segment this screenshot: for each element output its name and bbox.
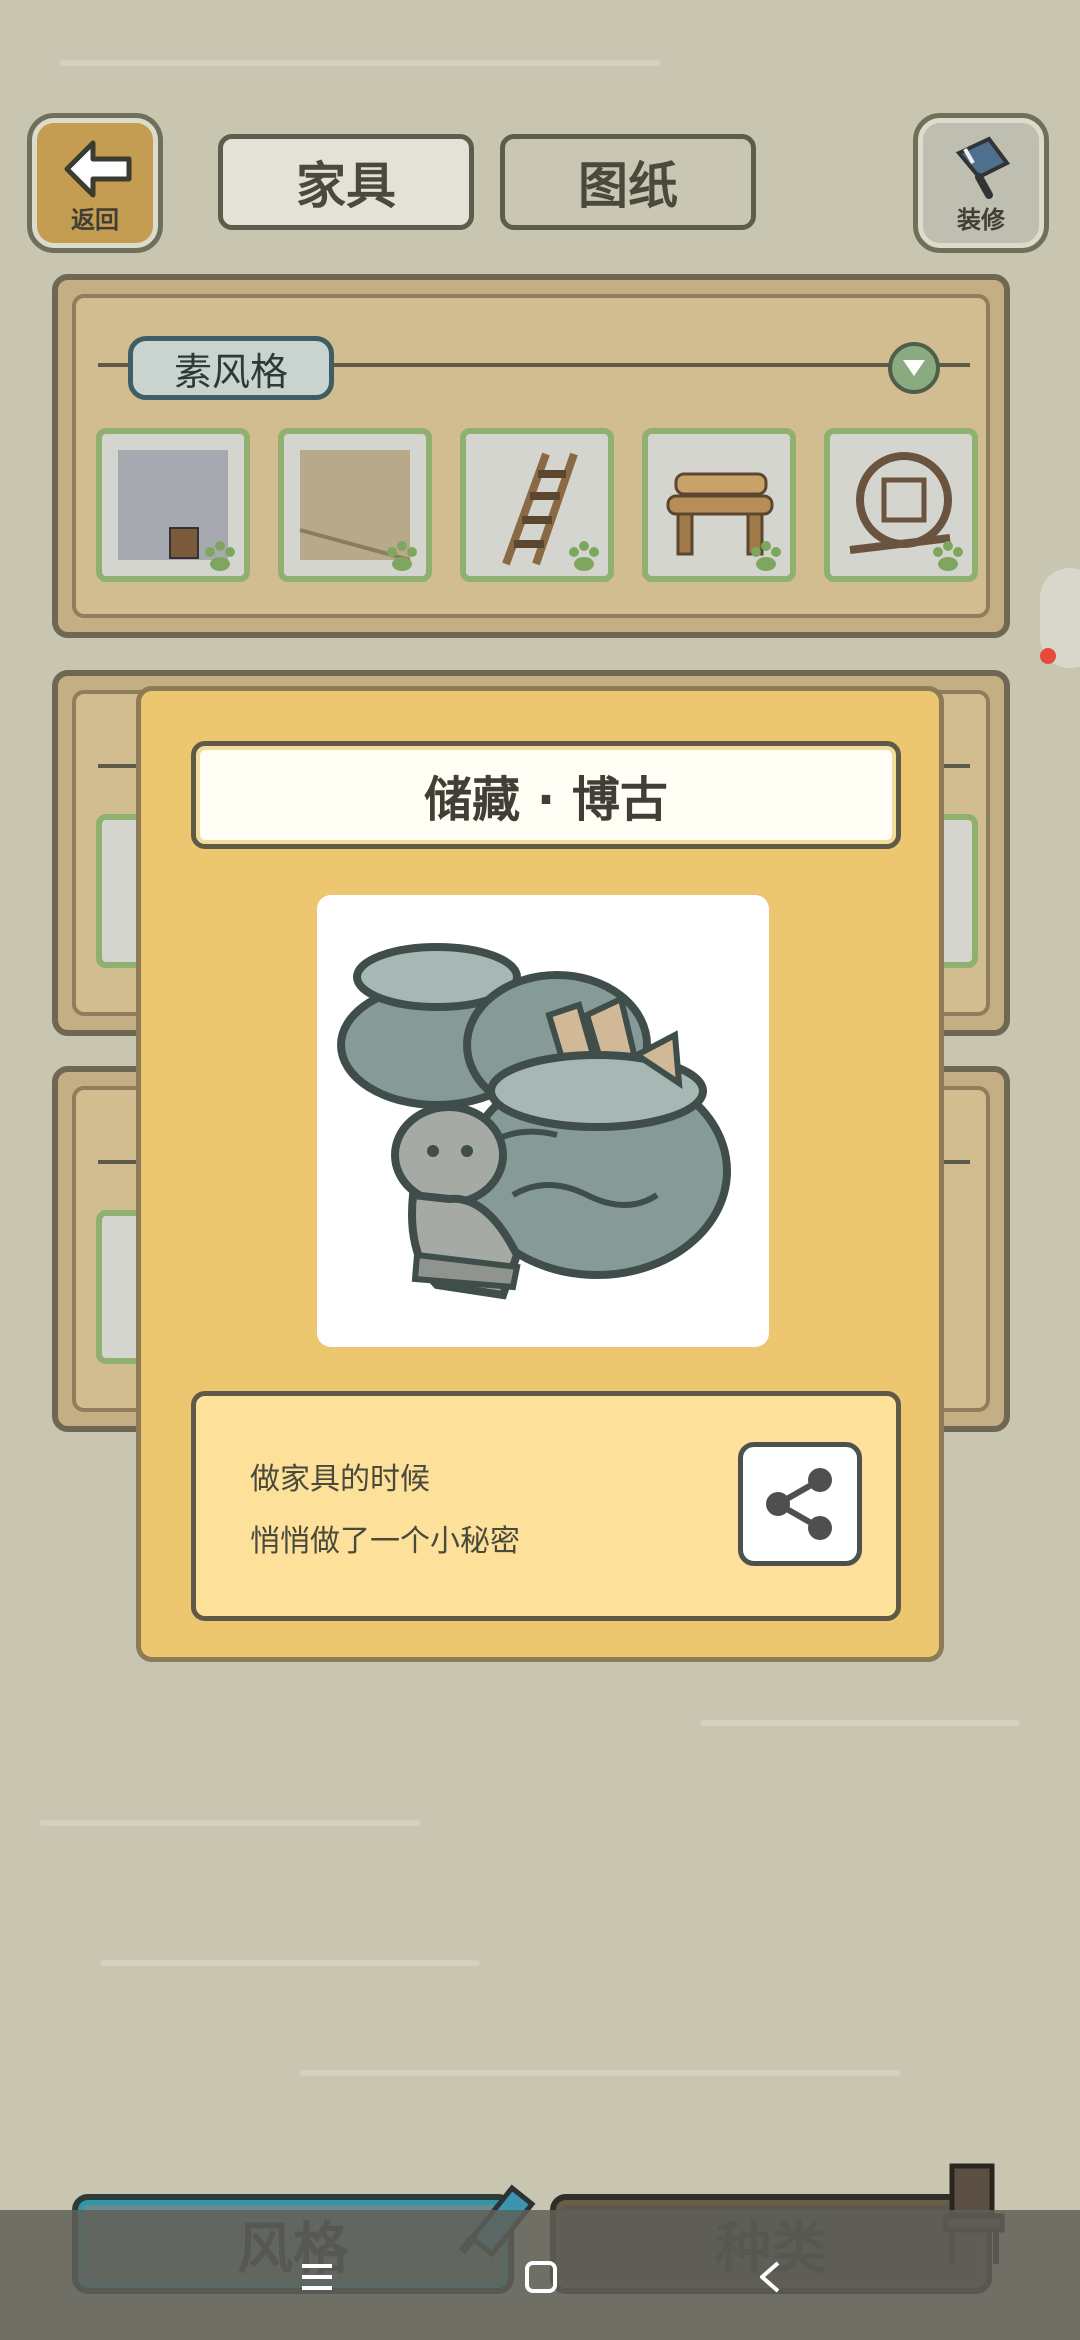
- notification-dot: [1040, 648, 1056, 664]
- share-button[interactable]: [738, 1442, 862, 1566]
- style-item-ladder[interactable]: [460, 428, 614, 582]
- back-label: 返回: [71, 206, 119, 234]
- home-icon[interactable]: [524, 2260, 558, 2294]
- style-panel: 素风格: [52, 274, 1010, 638]
- menu-icon[interactable]: [300, 2262, 334, 2292]
- style-dropdown-button[interactable]: [888, 342, 940, 394]
- description-line-1: 做家具的时候: [250, 1462, 430, 1497]
- paw-icon: [933, 541, 963, 571]
- decorate-button[interactable]: 装修: [918, 118, 1044, 248]
- style-name-label: 素风格: [128, 336, 334, 400]
- item-description: 做家具的时候 悄悄做了一个小秘密: [191, 1391, 901, 1621]
- item-detail-popup: 储藏 · 博古 做家具的时候 悄悄做了一个小秘密: [136, 686, 944, 1662]
- item-image: [317, 895, 769, 1347]
- item-title: 储藏 · 博古: [191, 741, 901, 849]
- paint-roller-icon: [955, 136, 1011, 199]
- pottery-jars-icon: [337, 943, 731, 1300]
- style-item-round-window[interactable]: [824, 428, 978, 582]
- paw-icon: [569, 541, 599, 571]
- paw-icon: [387, 541, 417, 571]
- paw-icon: [205, 541, 235, 571]
- chevron-down-icon: [903, 360, 925, 376]
- back-nav-icon[interactable]: [756, 2260, 784, 2294]
- back-button[interactable]: 返回: [32, 118, 158, 248]
- decorate-label: 装修: [957, 206, 1005, 234]
- style-item-wall[interactable]: [96, 428, 250, 582]
- tab-furniture[interactable]: 家具: [218, 134, 474, 230]
- back-arrow-icon: [64, 140, 132, 198]
- description-line-2: 悄悄做了一个小秘密: [250, 1524, 520, 1559]
- style-item-log-bench[interactable]: [642, 428, 796, 582]
- tab-blueprint[interactable]: 图纸: [500, 134, 756, 230]
- paw-icon: [751, 541, 781, 571]
- style-item-floor[interactable]: [278, 428, 432, 582]
- system-nav-bar: [0, 2210, 1080, 2340]
- share-icon: [766, 1468, 832, 1540]
